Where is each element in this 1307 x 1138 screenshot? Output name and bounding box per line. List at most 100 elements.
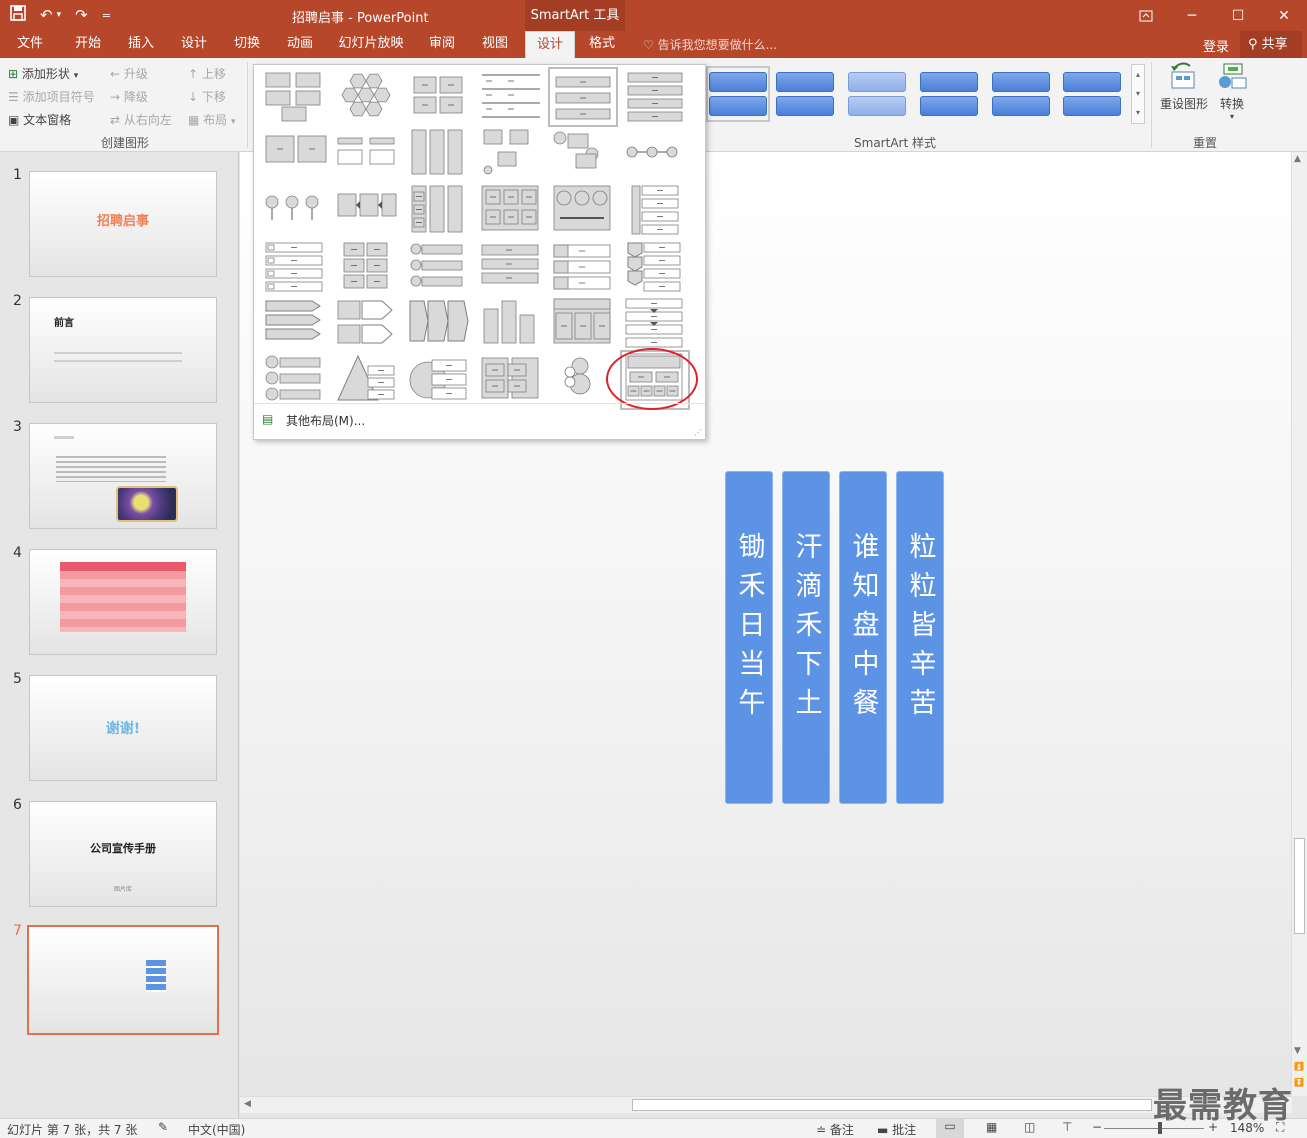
tab-design[interactable]: 设计 <box>172 31 216 58</box>
tab-file[interactable]: 文件 <box>8 31 52 58</box>
move-up-button[interactable]: ↑ 上移 <box>188 65 226 82</box>
language-indicator[interactable]: 中文(中国) <box>188 1121 245 1138</box>
undo-icon[interactable]: ↶ <box>40 6 53 24</box>
tab-home[interactable]: 开始 <box>66 31 110 58</box>
sign-in-link[interactable]: 登录 <box>1203 36 1229 55</box>
layout-option-25[interactable] <box>262 295 328 351</box>
layout-option-33[interactable] <box>406 352 472 408</box>
layout-option-31[interactable] <box>262 352 328 408</box>
add-bullet-button[interactable]: ☰ 添加项目符号 <box>8 88 95 105</box>
smartart-shape-1[interactable]: 锄禾日当午 <box>725 471 773 804</box>
layout-option-7[interactable] <box>262 126 328 182</box>
scroll-up-icon[interactable]: ▲ <box>1294 154 1301 164</box>
zoom-slider[interactable] <box>1104 1122 1204 1134</box>
layout-option-26[interactable] <box>334 295 400 351</box>
smartart-style-4b[interactable] <box>920 96 978 116</box>
layout-option-18[interactable] <box>622 182 688 238</box>
tab-insert[interactable]: 插入 <box>119 31 163 58</box>
layout-option-17[interactable] <box>550 182 616 238</box>
layout-option-2[interactable] <box>334 69 400 125</box>
scroll-thumb[interactable] <box>1294 838 1305 934</box>
layout-option-23[interactable] <box>550 239 616 295</box>
slide-thumbnail-2[interactable]: 前言 <box>29 297 217 403</box>
layout-option-32[interactable] <box>334 352 400 408</box>
smartart-style-1a[interactable] <box>709 72 767 92</box>
layout-option-8[interactable] <box>334 126 400 182</box>
maximize-icon[interactable]: ☐ <box>1215 0 1261 31</box>
spell-check-icon[interactable]: ✎ <box>158 1120 168 1134</box>
tab-view[interactable]: 视图 <box>473 31 517 58</box>
scroll-left-icon[interactable]: ◀ <box>244 1099 251 1109</box>
layout-option-12[interactable] <box>622 126 688 182</box>
smartart-style-6b[interactable] <box>1063 96 1121 116</box>
tab-slideshow[interactable]: 幻灯片放映 <box>332 31 410 58</box>
smartart-shape-4[interactable]: 粒粒皆辛苦 <box>896 471 944 804</box>
styles-gallery-scroll[interactable]: ▴ ▾ ▾ <box>1131 64 1145 124</box>
tab-animations[interactable]: 动画 <box>278 31 322 58</box>
zoom-out-icon[interactable]: − <box>1092 1120 1102 1134</box>
scroll-down-icon[interactable]: ▼ <box>1294 1046 1301 1056</box>
layout-option-10[interactable] <box>478 126 544 182</box>
tab-smartart-design[interactable]: 设计 <box>525 31 575 58</box>
normal-view-icon[interactable]: ▭ <box>936 1119 964 1138</box>
layout-option-4[interactable] <box>478 69 544 125</box>
layout-option-1[interactable] <box>262 69 328 125</box>
smartart-style-3b[interactable] <box>848 96 906 116</box>
smartart-shape-3[interactable]: 谁知盘中餐 <box>839 471 887 804</box>
slide-thumbnail-5[interactable]: 谢谢! <box>29 675 217 781</box>
layout-option-3[interactable] <box>406 69 472 125</box>
smartart-style-1b[interactable] <box>709 96 767 116</box>
scroll-thumb[interactable] <box>632 1099 1152 1111</box>
layout-option-21[interactable] <box>406 239 472 295</box>
layout-option-28[interactable] <box>478 295 544 351</box>
demote-button[interactable]: → 降级 <box>110 88 148 105</box>
smartart-style-5a[interactable] <box>992 72 1050 92</box>
move-down-button[interactable]: ↓ 下移 <box>188 88 226 105</box>
slide-thumbnail-3[interactable] <box>29 423 217 529</box>
smartart-style-2b[interactable] <box>776 96 834 116</box>
smartart-shape-2[interactable]: 汗滴禾下土 <box>782 471 830 804</box>
layout-option-16[interactable] <box>478 182 544 238</box>
slide-thumbnail-4[interactable] <box>29 549 217 655</box>
layout-option-22[interactable] <box>478 239 544 295</box>
reading-view-icon[interactable]: ◫ <box>1024 1120 1035 1134</box>
previous-slide-icon[interactable]: ⏫ <box>1294 1062 1304 1071</box>
smartart-style-5b[interactable] <box>992 96 1050 116</box>
layout-option-24[interactable] <box>622 239 688 295</box>
layout-option-13[interactable] <box>262 182 328 238</box>
slide-thumbnail-6[interactable]: 公司宣传手册 图片库 <box>29 801 217 907</box>
redo-icon[interactable]: ↷ <box>75 6 88 24</box>
add-shape-button[interactable]: ⊞ 添加形状 ▾ <box>8 65 78 82</box>
tab-format[interactable]: 格式 <box>580 31 624 58</box>
tell-me-search[interactable]: ♡ 告诉我您想要做什么... <box>643 36 777 53</box>
smartart-style-3a[interactable] <box>848 72 906 92</box>
layout-option-34[interactable] <box>478 352 544 408</box>
right-to-left-button[interactable]: ⇄ 从右向左 <box>110 111 172 128</box>
slideshow-icon[interactable]: ⊤ <box>1062 1120 1072 1134</box>
resize-grip-icon[interactable]: ⋰ <box>694 428 702 437</box>
minimize-icon[interactable]: ─ <box>1169 0 1215 31</box>
notes-button[interactable]: ≐ 备注 <box>816 1121 854 1138</box>
smartart-style-4a[interactable] <box>920 72 978 92</box>
layout-button[interactable]: ▦ 布局 ▾ <box>188 111 236 128</box>
customize-qat-icon[interactable]: = <box>102 9 111 22</box>
slide-sorter-icon[interactable]: ▦ <box>986 1120 997 1134</box>
tab-review[interactable]: 审阅 <box>420 31 464 58</box>
smartart-style-6a[interactable] <box>1063 72 1121 92</box>
layout-option-6[interactable] <box>622 69 688 125</box>
comments-button[interactable]: ▬ 批注 <box>877 1121 916 1138</box>
layout-option-14[interactable] <box>334 182 400 238</box>
undo-dropdown-icon[interactable]: ▾ <box>57 10 62 20</box>
smartart-style-2a[interactable] <box>776 72 834 92</box>
vertical-scrollbar[interactable]: ▲ ▼ ⏫ ⏬ <box>1291 152 1307 1096</box>
layout-option-15[interactable] <box>406 182 472 238</box>
share-button[interactable]: ⚲ 共享 <box>1240 31 1302 58</box>
slide-thumbnail-7[interactable] <box>27 925 219 1035</box>
layout-option-19[interactable] <box>262 239 328 295</box>
layout-option-20[interactable] <box>334 239 400 295</box>
layout-option-29[interactable] <box>550 295 616 351</box>
tab-transitions[interactable]: 切换 <box>225 31 269 58</box>
layout-option-27[interactable] <box>406 295 472 351</box>
layout-option-30[interactable] <box>622 295 688 351</box>
horizontal-scrollbar[interactable]: ◀ <box>240 1096 1292 1113</box>
